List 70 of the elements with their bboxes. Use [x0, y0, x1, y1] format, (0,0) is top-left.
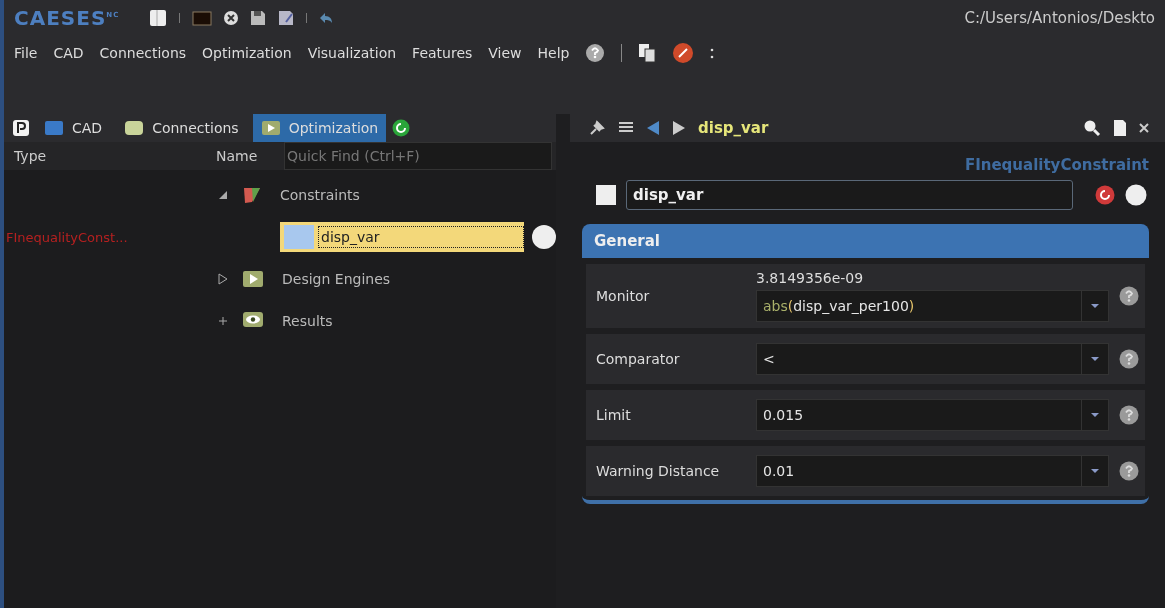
reset-icon[interactable] [1095, 185, 1115, 205]
layout-icon[interactable] [149, 9, 168, 27]
close-icon[interactable] [224, 11, 239, 25]
play-icon [260, 120, 281, 136]
value-dropdown[interactable]: 0.015 [756, 399, 1109, 431]
play-icon [242, 270, 264, 288]
back-icon[interactable] [646, 120, 660, 136]
close-icon[interactable] [1139, 123, 1149, 133]
menu-item[interactable]: File [14, 45, 38, 61]
pin-icon[interactable] [588, 119, 606, 137]
document-icon[interactable] [1113, 119, 1127, 137]
copy-icon[interactable] [638, 43, 657, 63]
panel-tab[interactable]: Connections [116, 114, 247, 142]
search-icon[interactable] [1083, 119, 1101, 137]
column-header: Type [13, 148, 48, 164]
field-label: Warning Distance [596, 463, 721, 479]
status-dot [1125, 184, 1147, 206]
expand-plus-icon[interactable] [218, 316, 228, 326]
menu-item[interactable]: CAD [53, 45, 84, 61]
undo-icon[interactable] [319, 12, 334, 24]
list-icon[interactable] [618, 121, 634, 135]
help-icon[interactable] [585, 43, 606, 63]
status-dot [532, 225, 556, 249]
collapsed-arrow-icon[interactable] [218, 273, 228, 285]
expanded-arrow-icon[interactable] [218, 190, 228, 200]
caret-icon[interactable] [1091, 303, 1099, 309]
help-icon[interactable] [1119, 349, 1139, 369]
save-icon[interactable] [250, 10, 267, 26]
caret-icon[interactable] [1091, 468, 1099, 474]
class-label: FInequalityConstraint [963, 155, 1149, 176]
menu-item[interactable]: Visualization [307, 45, 397, 61]
value-dropdown[interactable]: < [756, 343, 1109, 375]
type-label: FInequalityConst... [6, 230, 128, 245]
refresh-icon[interactable] [392, 119, 411, 137]
column-header: Name [216, 148, 259, 164]
menu-item[interactable]: Connections [99, 45, 187, 61]
save-as-icon[interactable] [278, 10, 295, 26]
menu-item[interactable]: View [488, 45, 522, 61]
tree-item[interactable]: disp_var [280, 222, 524, 252]
project-icon[interactable] [12, 119, 30, 137]
stop-icon[interactable] [672, 42, 695, 64]
forward-icon[interactable] [672, 120, 686, 136]
value-dropdown[interactable]: abs(disp_var_per100) [756, 290, 1109, 322]
menu-item[interactable]: Help [537, 45, 570, 61]
tree-item[interactable]: Constraints [276, 185, 364, 205]
caret-icon[interactable] [1091, 356, 1099, 362]
constraint-icon [242, 186, 262, 204]
value-dropdown[interactable]: 0.01 [756, 455, 1109, 487]
panel-tab[interactable]: Optimization [252, 114, 387, 142]
menu-item[interactable]: Features [412, 45, 473, 61]
field-label: Monitor [596, 288, 651, 304]
help-icon[interactable] [1119, 286, 1139, 306]
caret-icon[interactable] [1091, 412, 1099, 418]
menu-item[interactable]: Optimization [202, 45, 292, 61]
help-icon[interactable] [1119, 461, 1139, 481]
color-swatch[interactable] [596, 185, 616, 205]
panel-tab[interactable]: CAD [36, 114, 111, 142]
help-icon[interactable] [1119, 405, 1139, 425]
field-label: Comparator [596, 351, 681, 367]
monitor-value: 3.8149356e-09 [756, 270, 865, 286]
app-logo: CAESES$^{NC}$ [14, 6, 120, 30]
tree-item[interactable]: Design Engines [278, 269, 395, 289]
search-field[interactable]: Quick Find (Ctrl+F) [284, 142, 552, 170]
panel-title: disp_var [698, 119, 769, 137]
tree-item[interactable]: Results [278, 311, 337, 331]
more-icon[interactable] [710, 47, 715, 59]
file-path: C:/Users/Antonios/Deskto [964, 9, 1155, 27]
section-header[interactable]: General [582, 224, 1149, 258]
name-field[interactable]: disp_var [626, 180, 1073, 210]
field-label: Limit [596, 407, 632, 423]
